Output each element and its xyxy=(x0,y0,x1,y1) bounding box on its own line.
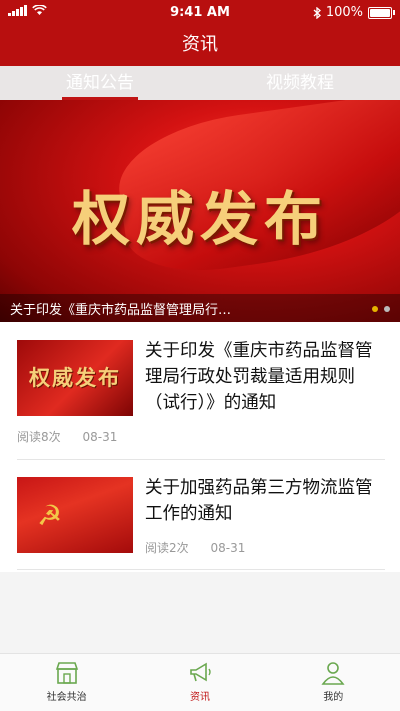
megaphone-icon xyxy=(190,662,211,682)
battery-icon xyxy=(368,6,395,19)
banner-caption-bar: 关于印发《重庆市药品监督管理局行… xyxy=(0,294,400,322)
storefront-icon xyxy=(55,662,78,684)
page-title: 资讯 xyxy=(0,26,400,66)
carousel-dots xyxy=(372,306,390,312)
banner-caption: 关于印发《重庆市药品监督管理局行… xyxy=(10,303,232,318)
carousel-dot-active[interactable] xyxy=(372,306,378,312)
tab-video-tutorials[interactable]: 视频教程 xyxy=(200,66,400,100)
article-date: 08-31 xyxy=(210,541,246,555)
banner-carousel[interactable]: 权威发布 关于印发《重庆市药品监督管理局行… xyxy=(0,100,400,322)
list-item[interactable]: 权威发布 关于印发《重庆市药品监督管理局行政处罚裁量适用规则（试行）》的通知 阅… xyxy=(17,322,385,460)
tabbar-label: 资讯 xyxy=(189,692,210,703)
article-meta: 阅读2次 08-31 xyxy=(145,539,263,556)
article-reads: 阅读2次 xyxy=(145,541,189,555)
list-item[interactable]: ☭ 关于加强药品第三方物流监管工作的通知 阅读2次 08-31 xyxy=(17,459,385,570)
person-icon xyxy=(321,662,345,685)
status-right: 100% xyxy=(313,5,395,20)
tabbar-item-mine[interactable]: 我的 xyxy=(267,654,400,711)
article-title: 关于加强药品第三方物流监管工作的通知 xyxy=(145,478,373,524)
article-date: 08-31 xyxy=(82,430,118,444)
tabbar-label: 社会共治 xyxy=(46,692,87,703)
tabbar-item-news[interactable]: 资讯 xyxy=(133,654,266,711)
article-thumbnail: ☭ xyxy=(17,477,133,553)
tabbar-item-social[interactable]: 社会共治 xyxy=(0,654,133,711)
article-title: 关于印发《重庆市药品监督管理局行政处罚裁量适用规则（试行）》的通知 xyxy=(145,341,373,413)
tab-bar-top: 通知公告 视频教程 xyxy=(0,66,400,100)
carousel-dot[interactable] xyxy=(384,306,390,312)
status-bar: 9:41 AM 100% xyxy=(0,0,400,26)
hammer-sickle-icon: ☭ xyxy=(37,499,63,532)
article-thumbnail: 权威发布 xyxy=(17,340,133,416)
battery-percent: 100% xyxy=(325,5,363,20)
bottom-tab-bar: 社会共治 资讯 我的 xyxy=(0,653,400,711)
article-meta: 阅读8次 08-31 xyxy=(17,428,135,445)
banner-image-text: 权威发布 xyxy=(71,185,328,253)
article-list: 权威发布 关于印发《重庆市药品监督管理局行政处罚裁量适用规则（试行）》的通知 阅… xyxy=(0,322,400,572)
tabbar-label: 我的 xyxy=(323,692,344,703)
article-reads: 阅读8次 xyxy=(17,430,61,444)
thumbnail-text: 权威发布 xyxy=(29,366,121,390)
bluetooth-icon xyxy=(313,6,321,19)
tab-notices[interactable]: 通知公告 xyxy=(0,66,200,100)
